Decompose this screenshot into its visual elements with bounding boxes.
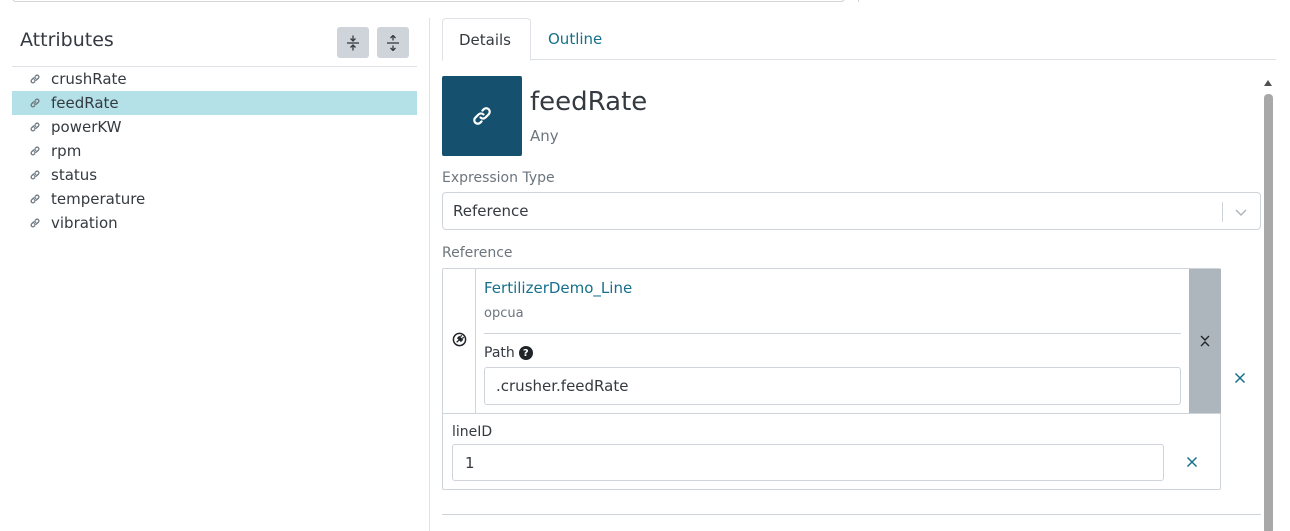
path-label-text: Path <box>484 345 515 361</box>
attributes-panel: Attributes crushRate feedRate powerKW rpm st… <box>0 0 430 531</box>
attribute-item-label: vibration <box>51 214 118 232</box>
attribute-item-powerkw[interactable]: powerKW <box>12 115 417 139</box>
link-icon <box>29 169 41 181</box>
link-icon <box>29 121 41 133</box>
expand-vertical-icon <box>387 34 399 51</box>
attribute-type: Any <box>530 127 559 145</box>
attribute-item-label: powerKW <box>51 118 122 136</box>
reference-collapse-button[interactable] <box>1189 269 1221 413</box>
panel-divider[interactable] <box>429 18 430 531</box>
bottom-rule <box>442 514 1261 515</box>
link-icon <box>29 145 41 157</box>
source-type: opcua <box>484 306 524 321</box>
link-icon <box>29 193 41 205</box>
attribute-type-tile <box>442 76 522 156</box>
expression-type-label: Expression Type <box>442 170 555 186</box>
link-icon <box>473 107 491 125</box>
link-icon <box>29 73 41 85</box>
attribute-item-temperature[interactable]: temperature <box>12 187 417 211</box>
plug-icon[interactable] <box>452 332 467 347</box>
detail-tabs: Details Outline <box>442 18 1276 61</box>
attribute-item-label: crushRate <box>51 70 127 88</box>
tab-details[interactable]: Details <box>442 18 531 61</box>
attribute-item-label: temperature <box>51 190 146 208</box>
chevron-down-icon[interactable] <box>1234 205 1248 219</box>
attribute-item-label: rpm <box>51 142 82 160</box>
attributes-title: Attributes <box>20 29 114 51</box>
path-input[interactable] <box>484 367 1181 405</box>
collapse-vertical-icon <box>347 35 359 50</box>
source-rule <box>484 333 1181 334</box>
attribute-item-status[interactable]: status <box>12 163 417 187</box>
close-icon <box>1234 372 1246 384</box>
reference-divider <box>443 413 1220 414</box>
remove-reference-button[interactable] <box>1231 369 1249 387</box>
help-icon[interactable]: ? <box>518 346 533 360</box>
scroll-thumb[interactable] <box>1264 94 1273 531</box>
collapse-arrows-icon <box>1200 335 1210 347</box>
attributes-list: crushRate feedRate powerKW rpm status tempera… <box>12 67 417 235</box>
expression-type-select[interactable]: Reference <box>442 192 1261 230</box>
source-name[interactable]: FertilizerDemo_Line <box>484 279 632 297</box>
attribute-name: feedRate <box>530 87 648 117</box>
attribute-item-feedrate[interactable]: feedRate <box>12 91 417 115</box>
top-separator <box>858 0 859 2</box>
lineid-input[interactable] <box>452 444 1164 481</box>
details-scrollbar[interactable] <box>1262 76 1274 531</box>
attribute-item-rpm[interactable]: rpm <box>12 139 417 163</box>
tab-outline[interactable]: Outline <box>532 18 618 60</box>
attribute-item-vibration[interactable]: vibration <box>12 211 417 235</box>
select-separator <box>1222 202 1223 222</box>
link-icon <box>29 217 41 229</box>
attribute-item-label: feedRate <box>51 94 119 112</box>
link-icon <box>29 97 41 109</box>
reference-box: FertilizerDemo_Line opcua Path ? lineID <box>442 268 1221 490</box>
path-label: Path ? <box>484 345 533 361</box>
collapse-all-button[interactable] <box>337 27 369 58</box>
attribute-item-crushrate[interactable]: crushRate <box>12 67 417 91</box>
reference-label: Reference <box>442 245 513 261</box>
reference-source-handle[interactable] <box>443 269 476 413</box>
attribute-item-label: status <box>51 166 98 184</box>
lineid-label: lineID <box>452 424 493 440</box>
close-icon <box>1186 456 1198 468</box>
expression-type-value: Reference <box>453 202 529 220</box>
expand-all-button[interactable] <box>377 27 409 58</box>
clear-lineid-button[interactable] <box>1183 453 1201 471</box>
scroll-up-arrow[interactable] <box>1264 80 1272 86</box>
